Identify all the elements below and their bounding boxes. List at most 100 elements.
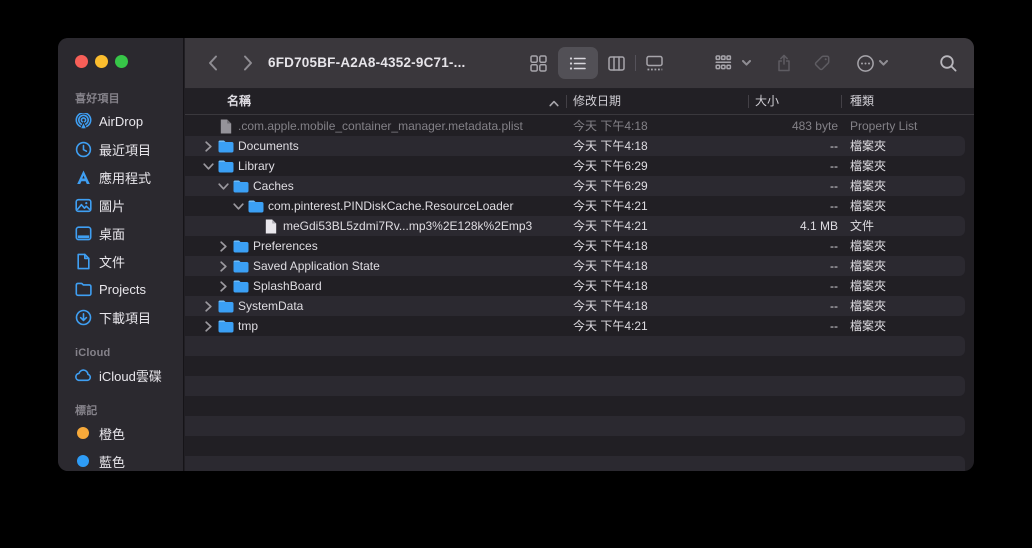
- search-button[interactable]: [933, 49, 963, 77]
- cloud-icon: [72, 366, 94, 384]
- disclosure-triangle-icon[interactable]: [217, 261, 230, 272]
- disclosure-triangle-icon[interactable]: [202, 161, 215, 172]
- group-chevron[interactable]: [736, 49, 756, 77]
- disclosure-triangle-icon[interactable]: [202, 321, 215, 332]
- file-size: --: [750, 136, 838, 156]
- disclosure-triangle-icon[interactable]: [217, 181, 230, 192]
- column-header-date[interactable]: 修改日期: [573, 89, 621, 114]
- sidebar-item-label: 文件: [99, 252, 125, 271]
- file-name-cell: Documents: [202, 136, 299, 156]
- table-row[interactable]: tmp 今天 下午4:21 -- 檔案夾: [185, 316, 974, 336]
- search-icon: [939, 54, 958, 73]
- file-date: 今天 下午4:21: [573, 196, 648, 216]
- table-row[interactable]: .com.apple.mobile_container_manager.meta…: [185, 116, 974, 136]
- folder-icon: [218, 160, 234, 173]
- column-header-kind[interactable]: 種類: [850, 89, 874, 114]
- tags-button[interactable]: [807, 49, 837, 77]
- table-row[interactable]: SystemData 今天 下午4:18 -- 檔案夾: [185, 296, 974, 316]
- file-date: 今天 下午4:18: [573, 116, 648, 136]
- column-divider[interactable]: [566, 95, 567, 108]
- file-date: 今天 下午4:18: [573, 256, 648, 276]
- column-divider[interactable]: [748, 95, 749, 108]
- sidebar-item-airdrop[interactable]: AirDrop: [58, 107, 183, 135]
- file-kind: Property List: [850, 116, 917, 136]
- file-size: --: [750, 256, 838, 276]
- table-row[interactable]: Preferences 今天 下午4:18 -- 檔案夾: [185, 236, 974, 256]
- sidebar-item-label: 下載項目: [99, 308, 151, 327]
- forward-button[interactable]: [233, 49, 263, 77]
- desktop-icon: [72, 224, 94, 242]
- file-date: 今天 下午6:29: [573, 156, 648, 176]
- window-title: 6FD705BF-A2A8-4352-9C71-...: [268, 38, 465, 88]
- sidebar-item-下載項目[interactable]: 下載項目: [58, 303, 183, 331]
- table-row[interactable]: com.pinterest.PINDiskCache.ResourceLoade…: [185, 196, 974, 216]
- file-name-cell: com.pinterest.PINDiskCache.ResourceLoade…: [232, 196, 513, 216]
- folder-icon: [218, 140, 234, 153]
- view-gallery-button[interactable]: [639, 49, 669, 77]
- finder-window: 喜好項目 AirDrop 最近項目 應用程式 圖片 桌面 文件: [58, 38, 974, 471]
- sidebar-item-藍色[interactable]: 藍色: [58, 447, 183, 471]
- finder-content: 6FD705BF-A2A8-4352-9C71-...: [185, 38, 974, 471]
- view-grid-button[interactable]: [523, 49, 553, 77]
- sidebar-item-icloud雲碟[interactable]: iCloud雲碟: [58, 361, 183, 389]
- file-name: Saved Application State: [253, 259, 380, 273]
- table-row[interactable]: SplashBoard 今天 下午4:18 -- 檔案夾: [185, 276, 974, 296]
- file-name: Library: [238, 159, 275, 173]
- empty-row: [185, 436, 974, 456]
- sidebar-item-橙色[interactable]: 橙色: [58, 419, 183, 447]
- file-kind: 檔案夾: [850, 256, 886, 276]
- back-button[interactable]: [198, 49, 228, 77]
- disclosure-triangle-icon[interactable]: [217, 281, 230, 292]
- table-row[interactable]: Saved Application State 今天 下午4:18 -- 檔案夾: [185, 256, 974, 276]
- column-header-name[interactable]: 名稱: [227, 89, 251, 114]
- zoom-window-button[interactable]: [115, 55, 128, 68]
- folder-outline-icon: [72, 280, 94, 298]
- file-name: SystemData: [238, 299, 303, 313]
- folder-icon: [233, 280, 249, 293]
- column-header-size[interactable]: 大小: [755, 89, 779, 114]
- more-chevron[interactable]: [873, 49, 893, 77]
- file-name-cell: SplashBoard: [217, 276, 322, 296]
- table-row[interactable]: meGdi53BL5zdmi7Rv...mp3%2E128k%2Emp3 今天 …: [185, 216, 974, 236]
- sidebar: 喜好項目 AirDrop 最近項目 應用程式 圖片 桌面 文件: [58, 38, 184, 471]
- group-button[interactable]: [708, 49, 738, 77]
- close-window-button[interactable]: [75, 55, 88, 68]
- pictures-icon: [72, 196, 94, 214]
- table-row[interactable]: Caches 今天 下午6:29 -- 檔案夾: [185, 176, 974, 196]
- window-controls: [75, 55, 128, 68]
- disclosure-triangle-icon[interactable]: [202, 141, 215, 152]
- view-columns-button[interactable]: [601, 49, 631, 77]
- file-kind: 檔案夾: [850, 196, 886, 216]
- view-list-button[interactable]: [562, 49, 592, 77]
- sidebar-item-應用程式[interactable]: 應用程式: [58, 163, 183, 191]
- share-button[interactable]: [769, 49, 799, 77]
- disclosure-triangle-icon[interactable]: [217, 241, 230, 252]
- minimize-window-button[interactable]: [95, 55, 108, 68]
- file-name-cell: SystemData: [202, 296, 303, 316]
- disclosure-triangle-icon[interactable]: [232, 201, 245, 212]
- file-size: 4.1 MB: [750, 216, 838, 236]
- disclosure-triangle-icon[interactable]: [202, 301, 215, 312]
- orange-dot: [72, 424, 94, 442]
- file-date: 今天 下午4:21: [573, 316, 648, 336]
- file-kind: 檔案夾: [850, 316, 886, 336]
- sidebar-item-圖片[interactable]: 圖片: [58, 191, 183, 219]
- file-size: --: [750, 156, 838, 176]
- file-icon: [265, 219, 277, 234]
- sidebar-item-label: AirDrop: [99, 114, 143, 129]
- folder-icon: [218, 300, 234, 313]
- file-name: .com.apple.mobile_container_manager.meta…: [238, 119, 523, 133]
- table-row[interactable]: Documents 今天 下午4:18 -- 檔案夾: [185, 136, 974, 156]
- empty-row: [185, 376, 974, 396]
- sidebar-item-桌面[interactable]: 桌面: [58, 219, 183, 247]
- sidebar-item-文件[interactable]: 文件: [58, 247, 183, 275]
- sidebar-item-label: 橙色: [99, 424, 125, 443]
- file-kind: 檔案夾: [850, 136, 886, 156]
- sidebar-section-title: 標記: [58, 403, 183, 419]
- grid-view-icon: [530, 55, 547, 72]
- tag-icon: [813, 54, 831, 72]
- sidebar-item-最近項目[interactable]: 最近項目: [58, 135, 183, 163]
- column-divider[interactable]: [841, 95, 842, 108]
- sidebar-item-projects[interactable]: Projects: [58, 275, 183, 303]
- table-row[interactable]: Library 今天 下午6:29 -- 檔案夾: [185, 156, 974, 176]
